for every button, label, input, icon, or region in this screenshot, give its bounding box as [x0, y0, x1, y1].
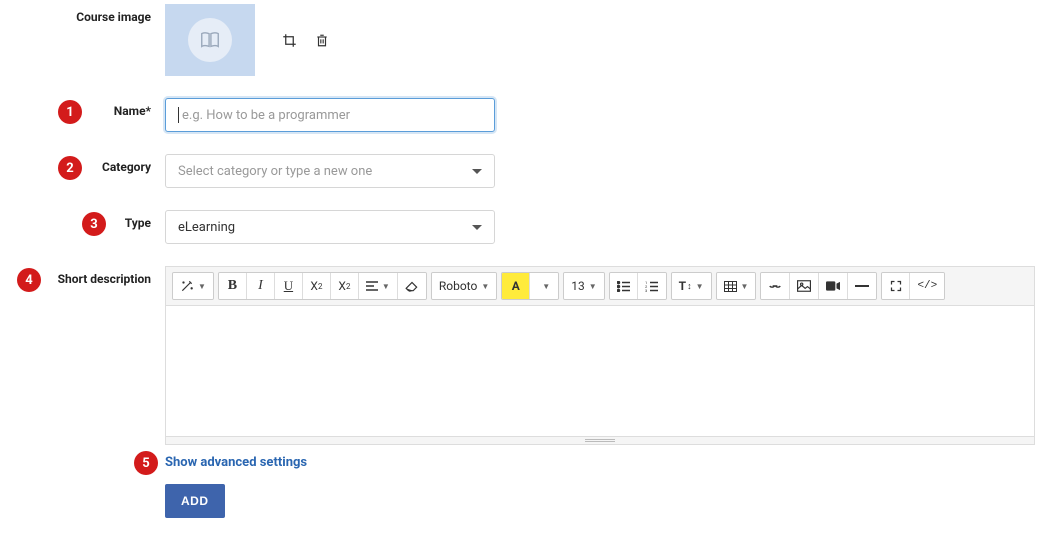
- video-icon: [826, 281, 840, 291]
- row-course-image: Course image: [0, 4, 1049, 76]
- superscript-btn[interactable]: X2: [303, 273, 331, 299]
- course-image-thumbnail[interactable]: [165, 4, 255, 76]
- link-btn[interactable]: [761, 273, 790, 299]
- label-category: Category: [0, 154, 165, 174]
- ol-icon: 123: [645, 281, 658, 292]
- table-btn[interactable]: ▼: [717, 273, 756, 299]
- label-name: Name*: [0, 98, 165, 118]
- editor-resize-handle[interactable]: [166, 436, 1034, 444]
- hr-btn[interactable]: [848, 273, 876, 299]
- bold-btn[interactable]: B: [219, 273, 247, 299]
- rich-text-editor: ▼ B I U X2 X2 ▼: [165, 266, 1035, 445]
- hr-icon: [855, 284, 869, 288]
- ol-btn[interactable]: 123: [638, 273, 666, 299]
- image-icon: [797, 280, 811, 292]
- course-form: Course image: [0, 0, 1049, 560]
- label-type: Type: [0, 210, 165, 230]
- font-size-btn[interactable]: 13▼: [564, 273, 603, 299]
- type-value: eLearning: [178, 220, 235, 235]
- fullscreen-btn[interactable]: [882, 273, 910, 299]
- ul-btn[interactable]: [610, 273, 638, 299]
- dropdown-icon: ▼: [589, 282, 597, 291]
- font-color-dd[interactable]: ▼: [530, 273, 558, 299]
- course-image-placeholder: [188, 18, 232, 62]
- dropdown-icon: ▼: [382, 282, 390, 291]
- category-select[interactable]: Select category or type a new one: [165, 154, 495, 188]
- field-name: [165, 98, 1049, 132]
- grip-icon: [585, 439, 615, 442]
- book-icon: [199, 29, 221, 51]
- delete-icon[interactable]: [315, 33, 329, 48]
- italic-btn[interactable]: I: [247, 273, 275, 299]
- crop-icon[interactable]: [282, 33, 297, 48]
- label-course-image: Course image: [0, 4, 165, 24]
- table-icon: [724, 281, 737, 292]
- type-select[interactable]: eLearning: [165, 210, 495, 244]
- add-button[interactable]: ADD: [165, 484, 225, 518]
- clear-format-btn[interactable]: [398, 273, 426, 299]
- dropdown-icon: ▼: [696, 282, 704, 291]
- code-btn[interactable]: </>: [910, 273, 944, 299]
- field-advanced: Show advanced settings: [165, 455, 1049, 470]
- editor-toolbar: ▼ B I U X2 X2 ▼: [166, 267, 1034, 306]
- font-family-btn[interactable]: Roboto▼: [432, 273, 496, 299]
- ul-icon: [617, 281, 630, 292]
- magic-btn[interactable]: ▼: [173, 273, 213, 299]
- row-advanced: 5 Show advanced settings: [0, 455, 1049, 470]
- link-icon: [768, 281, 782, 291]
- row-type: 3 Type eLearning: [0, 210, 1049, 244]
- image-btn[interactable]: [790, 273, 819, 299]
- label-short-description: Short description: [0, 266, 165, 286]
- video-btn[interactable]: [819, 273, 848, 299]
- field-category: Select category or type a new one: [165, 154, 1049, 188]
- field-short-description: ▼ B I U X2 X2 ▼: [165, 266, 1049, 445]
- text-caret: [178, 107, 179, 123]
- chevron-down-icon: [472, 220, 482, 235]
- dropdown-icon: ▼: [198, 282, 206, 291]
- course-image-actions: [282, 33, 329, 48]
- row-name: 1 Name*: [0, 98, 1049, 132]
- font-color-btn[interactable]: A: [502, 273, 530, 299]
- align-btn[interactable]: ▼: [359, 273, 398, 299]
- lineheight-btn[interactable]: T↕▼: [672, 273, 711, 299]
- row-category: 2 Category Select category or type a new…: [0, 154, 1049, 188]
- chevron-down-icon: [472, 164, 482, 179]
- row-submit: ADD: [0, 484, 1049, 518]
- field-course-image: [165, 4, 1049, 76]
- dropdown-icon: ▼: [481, 282, 489, 291]
- magic-icon: [180, 279, 194, 293]
- show-advanced-link[interactable]: Show advanced settings: [165, 455, 307, 470]
- name-input-wrap[interactable]: [165, 98, 495, 132]
- eraser-icon: [405, 280, 419, 292]
- align-icon: [366, 281, 378, 291]
- fullscreen-icon: [890, 280, 902, 292]
- category-placeholder: Select category or type a new one: [178, 164, 372, 179]
- svg-text:3: 3: [645, 288, 647, 292]
- row-short-description: 4 Short description ▼ B I U X2 X2: [0, 266, 1049, 445]
- editor-textarea[interactable]: [166, 306, 1034, 436]
- dropdown-icon: ▼: [542, 282, 550, 291]
- subscript-btn[interactable]: X2: [331, 273, 359, 299]
- dropdown-icon: ▼: [741, 282, 749, 291]
- name-input[interactable]: [180, 107, 482, 124]
- field-type: eLearning: [165, 210, 1049, 244]
- underline-btn[interactable]: U: [275, 273, 303, 299]
